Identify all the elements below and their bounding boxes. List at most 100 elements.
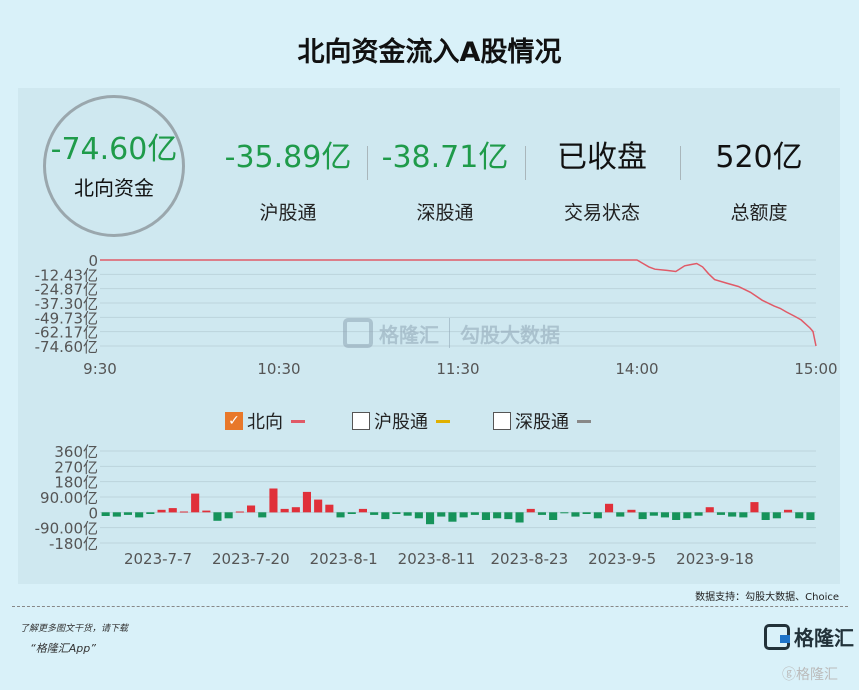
daily-flow-bar	[358, 508, 367, 513]
y-tick-label: -180亿	[49, 535, 98, 553]
legend-swatch-north	[291, 419, 305, 423]
total-label: 总额度	[730, 202, 788, 224]
sh-value: -35.89亿	[224, 140, 352, 175]
x-tick-label: 10:30	[257, 360, 300, 378]
daily-flow-bar	[582, 512, 591, 514]
bar-chart-svg: 360亿270亿180亿90.00亿0-90.00亿-180亿2023-7-7 2…	[35, 443, 816, 568]
north-value: -74.60亿	[50, 131, 178, 167]
gelonghui-logo: 格隆汇	[764, 622, 854, 651]
daily-flow-bar	[269, 488, 278, 513]
daily-bar-chart: 360亿 270亿 180亿 90.00亿 0 -90.00亿 -180亿 2023-7-7 2…	[18, 437, 840, 584]
legend-north-label: 北向	[247, 412, 283, 433]
intraday-line-chart: 0 -12.43亿 -24.87亿 -37.30亿 -49.73亿 -62.17亿 -74.…	[18, 243, 840, 383]
daily-flow-bar	[627, 509, 636, 513]
sz-stat: -38.71亿 深股通	[370, 138, 520, 225]
daily-flow-bar	[336, 512, 345, 518]
daily-flow-bar	[213, 512, 222, 521]
daily-flow-bar	[123, 512, 132, 515]
legend-north[interactable]: ✓ 北向	[225, 408, 305, 434]
checkbox-unchecked-icon[interactable]	[352, 412, 370, 430]
daily-flow-bar	[224, 512, 233, 519]
daily-flow-bar	[694, 512, 703, 516]
north-label: 北向资金	[74, 175, 154, 200]
x-tick-label: 2023-7-7	[124, 550, 192, 568]
daily-flow-bar	[157, 509, 166, 513]
daily-flow-bar	[515, 512, 524, 523]
sz-label: 深股通	[416, 202, 474, 224]
x-tick-label: 14:00	[615, 360, 658, 378]
x-tick-label: 2023-9-5	[588, 550, 656, 568]
daily-flow-bar	[705, 507, 714, 513]
daily-flow-bar	[795, 512, 804, 519]
watermark-separator	[449, 318, 450, 348]
x-tick-label: 15:00	[794, 360, 837, 378]
daily-flow-bar	[549, 512, 558, 520]
daily-flow-bar	[258, 512, 267, 518]
daily-flow-bar	[146, 512, 155, 514]
footer-note: 了解更多图文干货，请下载	[20, 624, 129, 634]
daily-flow-bar	[616, 512, 625, 517]
daily-flow-bar	[638, 512, 647, 520]
daily-flow-bar	[247, 505, 256, 513]
page-title: 北向资金流入A股情况	[297, 37, 562, 68]
footer-app-name: “格隆汇App”	[30, 642, 96, 655]
x-tick-label: 11:30	[436, 360, 479, 378]
daily-flow-bar	[649, 512, 658, 516]
status-label: 交易状态	[563, 202, 640, 224]
daily-flow-bar	[314, 499, 323, 513]
watermark-brand2: 勾股大数据	[460, 322, 560, 347]
data-source: 数据支持：勾股大数据、Choice	[695, 592, 839, 603]
x-tick-label: 2023-7-20	[212, 550, 290, 568]
daily-flow-bar	[470, 512, 479, 515]
legend-swatch-sh	[436, 419, 450, 423]
daily-flow-bar	[481, 512, 490, 520]
legend-sh-label: 沪股通	[374, 412, 428, 433]
legend-sh[interactable]: 沪股通	[352, 408, 450, 434]
daily-flow-bar	[168, 508, 177, 513]
status-stat: 已收盘 交易状态	[527, 138, 677, 225]
x-tick-label: 2023-8-1	[310, 550, 378, 568]
watermark-brand1: 格隆汇	[379, 322, 439, 347]
daily-flow-bar	[593, 512, 602, 519]
daily-flow-bar	[101, 512, 110, 516]
daily-flow-bar	[381, 512, 390, 520]
daily-flow-bar	[504, 512, 513, 520]
daily-flow-bar	[426, 512, 435, 525]
checkbox-checked-icon[interactable]: ✓	[225, 412, 243, 430]
daily-flow-bar	[370, 512, 379, 515]
status-value: 已收盘	[557, 140, 647, 175]
daily-flow-bar	[437, 512, 446, 517]
watermark: 格隆汇 勾股大数据	[343, 318, 560, 348]
daily-flow-bar	[537, 512, 546, 515]
logo-text: 格隆汇	[794, 626, 854, 650]
legend-swatch-sz	[577, 419, 591, 423]
daily-flow-bar	[392, 512, 401, 514]
checkbox-unchecked-icon[interactable]	[493, 412, 511, 430]
daily-flow-bar	[202, 510, 211, 513]
daily-flow-bar	[571, 512, 580, 517]
daily-flow-bar	[761, 512, 770, 520]
daily-flow-bar	[716, 512, 725, 515]
gelonghui-logo-icon	[343, 318, 373, 348]
divider	[525, 146, 526, 180]
daily-flow-bar	[179, 511, 188, 513]
sh-label: 沪股通	[259, 202, 317, 224]
daily-flow-bar	[235, 511, 244, 513]
daily-flow-bar	[347, 512, 356, 514]
divider	[680, 146, 681, 180]
sh-stat: -35.89亿 沪股通	[213, 138, 363, 225]
daily-flow-bar	[784, 509, 793, 513]
daily-flow-bar	[291, 507, 300, 513]
north-total-circle: -74.60亿 北向资金	[43, 95, 185, 237]
daily-flow-bar	[325, 504, 334, 513]
daily-flow-bar	[414, 512, 423, 519]
corner-watermark: ⓖ格隆汇	[782, 667, 838, 683]
daily-flow-bar	[660, 512, 669, 518]
total-stat: 520亿 总额度	[684, 138, 834, 225]
x-tick-label: 2023-8-23	[491, 550, 569, 568]
daily-flow-bar	[302, 491, 311, 513]
x-tick-label: 2023-8-11	[398, 550, 476, 568]
daily-flow-bar	[806, 512, 815, 520]
legend-sz[interactable]: 深股通	[493, 408, 591, 434]
x-tick-label: 9:30	[83, 360, 117, 378]
